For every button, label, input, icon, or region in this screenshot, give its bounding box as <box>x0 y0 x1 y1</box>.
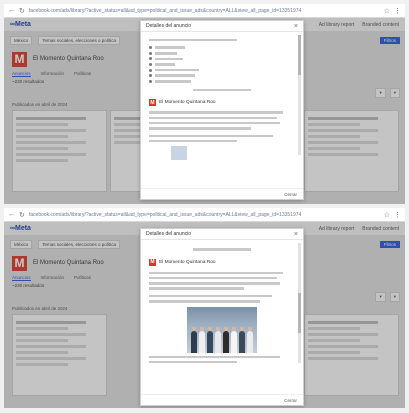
star-icon[interactable]: ☆ <box>384 7 390 15</box>
published-since: Publicados en abril de 2024 <box>12 306 68 311</box>
sort-select[interactable]: ▾ <box>375 88 386 98</box>
modal-footer: Cerrar <box>141 394 303 405</box>
modal-header: Detalles del anuncio × <box>141 229 303 240</box>
menu-dots-icon[interactable]: ⋮ <box>394 7 401 15</box>
country-select[interactable]: México <box>10 239 33 249</box>
page-tabs: Anuncios Información Políticas <box>12 71 91 77</box>
page-tabs: Anuncios Información Políticas <box>12 275 91 281</box>
url-text[interactable]: facebook.com/ads/library/?active_status=… <box>29 212 380 218</box>
page-header: M El Momento Quintana Roo <box>12 51 104 67</box>
nav-link-branded[interactable]: Branded content <box>362 226 399 232</box>
ad-page-name[interactable]: El Momento Quintana Roo <box>159 100 216 105</box>
page-content: ∞Meta Ad library report Branded content … <box>4 222 405 408</box>
modal-title: Detalles del anuncio <box>146 23 192 29</box>
screenshot-top: ← ↻ facebook.com/ads/library/?active_sta… <box>4 4 405 204</box>
tab-policies[interactable]: Políticas <box>74 71 91 77</box>
back-arrow-icon[interactable]: ← <box>8 211 15 218</box>
close-button[interactable]: Cerrar <box>284 192 297 197</box>
ad-thumbnail <box>171 146 187 161</box>
ad-category-select[interactable]: Temas sociales, elecciones o política <box>38 239 121 249</box>
tab-info[interactable]: Información <box>41 71 65 77</box>
tab-info[interactable]: Información <box>41 275 65 281</box>
menu-dots-icon[interactable]: ⋮ <box>394 211 401 219</box>
reload-icon[interactable]: ↻ <box>19 211 25 219</box>
modal-title: Detalles del anuncio <box>146 231 192 237</box>
url-text[interactable]: facebook.com/ads/library/?active_status=… <box>29 8 380 14</box>
page-name[interactable]: El Momento Quintana Roo <box>33 56 104 62</box>
tab-ads[interactable]: Anuncios <box>12 71 31 77</box>
nav-link-report[interactable]: Ad library report <box>319 226 355 232</box>
screenshot-bottom: ← ↻ facebook.com/ads/library/?active_sta… <box>4 208 405 408</box>
modal-header: Detalles del anuncio × <box>141 21 303 32</box>
filter-select[interactable]: ▾ <box>389 88 400 98</box>
ad-page-avatar: M <box>149 258 156 266</box>
nav-link-report[interactable]: Ad library report <box>319 22 355 28</box>
page-content: ∞Meta Ad library report Branded content … <box>4 18 405 204</box>
page-avatar: M <box>12 255 27 271</box>
ad-card[interactable] <box>12 314 107 396</box>
browser-url-bar[interactable]: ← ↻ facebook.com/ads/library/?active_sta… <box>4 4 405 18</box>
page-name[interactable]: El Momento Quintana Roo <box>33 260 104 266</box>
page-header: M El Momento Quintana Roo <box>12 255 104 271</box>
back-arrow-icon[interactable]: ← <box>8 7 15 14</box>
results-count: ~230 resultados <box>12 283 45 288</box>
ad-card[interactable] <box>304 314 399 396</box>
close-button[interactable]: Cerrar <box>284 398 297 403</box>
ad-category-select[interactable]: Temas sociales, elecciones o política <box>38 35 121 45</box>
browser-url-bar[interactable]: ← ↻ facebook.com/ads/library/?active_sta… <box>4 208 405 222</box>
star-icon[interactable]: ☆ <box>384 211 390 219</box>
nav-link-branded[interactable]: Branded content <box>362 22 399 28</box>
filters-button[interactable]: Filtros <box>379 36 400 44</box>
ad-group-photo <box>187 306 257 353</box>
country-select[interactable]: México <box>10 35 33 45</box>
meta-logo[interactable]: ∞Meta <box>10 21 31 28</box>
close-icon[interactable]: × <box>294 231 298 238</box>
modal-scrollbar[interactable] <box>298 35 301 155</box>
filter-select[interactable]: ▾ <box>389 292 400 302</box>
ad-page-avatar: M <box>149 99 156 107</box>
ad-card[interactable] <box>304 110 399 192</box>
page-avatar: M <box>12 51 27 67</box>
ad-details-modal: Detalles del anuncio × M El Momento Quin… <box>140 20 304 200</box>
published-since: Publicados en abril de 2024 <box>12 102 68 107</box>
filters-button[interactable]: Filtros <box>379 240 400 248</box>
reload-icon[interactable]: ↻ <box>19 7 25 15</box>
ad-details-modal: Detalles del anuncio × M El Momento Quin… <box>140 228 304 406</box>
results-count: ~230 resultados <box>12 79 45 84</box>
ad-page-name[interactable]: El Momento Quintana Roo <box>159 260 216 265</box>
sort-select[interactable]: ▾ <box>375 292 386 302</box>
close-icon[interactable]: × <box>294 23 298 30</box>
ad-card[interactable] <box>12 110 107 192</box>
modal-scrollbar[interactable] <box>298 243 301 363</box>
modal-footer: Cerrar <box>141 188 303 199</box>
tab-ads[interactable]: Anuncios <box>12 275 31 281</box>
meta-logo[interactable]: ∞Meta <box>10 225 31 232</box>
tab-policies[interactable]: Políticas <box>74 275 91 281</box>
